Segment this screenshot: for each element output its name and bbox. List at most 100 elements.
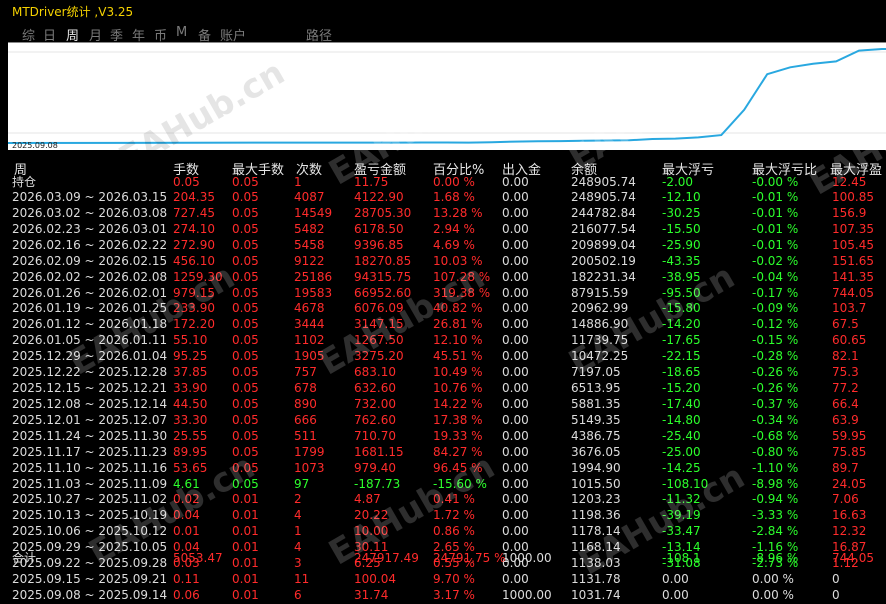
cell-max-lots: 0.05 bbox=[232, 269, 259, 284]
cell-period: 2025.09.15 ~ 2025.09.21 bbox=[12, 572, 168, 587]
cell-max-float-loss-pct: -8.96 % bbox=[752, 551, 799, 565]
cell-io: 0.00 bbox=[502, 301, 529, 316]
cell-period: 2025.11.24 ~ 2025.11.30 bbox=[12, 428, 168, 443]
cell-lots: 37.85 bbox=[173, 365, 208, 380]
table-row[interactable]: 2026.02.09 ~ 2026.02.15 456.10 0.05 9122 182… bbox=[8, 254, 886, 270]
cell-pnl: 66952.60 bbox=[354, 285, 412, 300]
cell-count: 1799 bbox=[294, 444, 325, 459]
cell-pnl: 20.22 bbox=[354, 508, 389, 523]
table-row[interactable]: 2026.03.09 ~ 2026.03.15 204.35 0.05 4087 412… bbox=[8, 190, 886, 206]
cell-max-float-loss-pct: -0.00 % bbox=[752, 175, 799, 189]
cell-max-float-loss: -14.25 bbox=[662, 460, 701, 475]
cell-max-lots: 0.05 bbox=[232, 205, 259, 220]
cell-pct: 9.70 % bbox=[433, 572, 475, 587]
table-row[interactable]: 2026.02.16 ~ 2026.02.22 272.90 0.05 5458 939… bbox=[8, 238, 886, 254]
cell-pnl: 710.70 bbox=[354, 428, 396, 443]
table-row[interactable]: 2025.11.17 ~ 2025.11.23 89.95 0.05 1799 1681… bbox=[8, 445, 886, 461]
cell-count: 757 bbox=[294, 365, 317, 380]
table-row[interactable]: 2026.02.02 ~ 2026.02.08 1259.30 0.05 25186 9… bbox=[8, 270, 886, 286]
cell-max-float-loss: -15.20 bbox=[662, 381, 701, 396]
cell-max-float-profit: 0 bbox=[832, 572, 840, 587]
table-row[interactable]: 2025.11.03 ~ 2025.11.09 4.61 0.05 97 -187.73… bbox=[8, 477, 886, 493]
table-row[interactable]: 2025.12.01 ~ 2025.12.07 33.30 0.05 666 762.6… bbox=[8, 413, 886, 429]
cell-max-float-loss-pct: -8.98 % bbox=[752, 476, 799, 491]
cell-max-float-loss-pct: -0.01 % bbox=[752, 237, 799, 252]
table-row[interactable]: 2025.12.29 ~ 2026.01.04 95.25 0.05 1905 3275… bbox=[8, 349, 886, 365]
cell-pct: 0.00 % bbox=[433, 175, 475, 189]
cell-pnl: 732.00 bbox=[354, 396, 396, 411]
table-row[interactable]: 2025.12.15 ~ 2025.12.21 33.90 0.05 678 632.6… bbox=[8, 381, 886, 397]
cell-pnl: 1681.15 bbox=[354, 444, 404, 459]
cell-pnl: 762.60 bbox=[354, 412, 396, 427]
cell-pct: 3.17 % bbox=[433, 588, 475, 602]
cell-pct: 45.51 % bbox=[433, 349, 483, 364]
cell-balance: 244782.84 bbox=[571, 205, 636, 220]
table-row[interactable]: 2025.12.22 ~ 2025.12.28 37.85 0.05 757 683.1… bbox=[8, 365, 886, 381]
table-row[interactable]: 2025.10.27 ~ 2025.11.02 0.02 0.01 2 4.87 0.41… bbox=[8, 492, 886, 508]
cell-period: 2026.01.12 ~ 2026.01.18 bbox=[12, 317, 168, 332]
cell-max-lots: 0.05 bbox=[232, 476, 259, 491]
cell-max-float-loss: -17.40 bbox=[662, 396, 701, 411]
cell-lots: 0.04 bbox=[173, 508, 200, 523]
table-row[interactable]: 2025.10.13 ~ 2025.10.19 0.04 0.01 4 20.22 1.7… bbox=[8, 508, 886, 524]
table-row[interactable]: 2025.09.15 ~ 2025.09.21 0.11 0.01 11 100.04 9… bbox=[8, 572, 886, 588]
cell-max-float-loss-pct: -0.17 % bbox=[752, 285, 799, 300]
cell-period: 2025.12.15 ~ 2025.12.21 bbox=[12, 381, 168, 396]
cell-period: 2025.12.08 ~ 2025.12.14 bbox=[12, 396, 168, 411]
chart-start-date: 2025.09.08 bbox=[12, 141, 58, 150]
table-row[interactable]: 2025.11.10 ~ 2025.11.16 53.65 0.05 1073 979.… bbox=[8, 461, 886, 477]
cell-pct: 0.41 % bbox=[433, 492, 475, 507]
cell-pnl: 4.87 bbox=[354, 492, 381, 507]
cell-max-float-loss: -15.80 bbox=[662, 301, 701, 316]
cell-max-float-loss: -30.25 bbox=[662, 205, 701, 220]
cell-max-lots: 0.01 bbox=[232, 508, 259, 523]
cell-pnl: 1267.50 bbox=[354, 333, 404, 348]
cell-lots: 456.10 bbox=[173, 253, 215, 268]
cell-io: 0.00 bbox=[502, 349, 529, 364]
table-row[interactable]: 2026.02.23 ~ 2026.03.01 274.10 0.05 5482 617… bbox=[8, 222, 886, 238]
cell-max-float-loss-pct: -0.04 % bbox=[752, 269, 799, 284]
cell-max-float-loss-pct: -0.28 % bbox=[752, 349, 799, 364]
table-row[interactable]: 2026.01.05 ~ 2026.01.11 55.10 0.05 1102 1267… bbox=[8, 333, 886, 349]
cell-count: 5458 bbox=[294, 237, 325, 252]
period-tabs: 综 日 周 月 季 年 币 M 备 账户 路径 bbox=[8, 22, 886, 44]
cell-max-float-loss: -18.65 bbox=[662, 365, 701, 380]
cell-period: 2025.12.01 ~ 2025.12.07 bbox=[12, 412, 168, 427]
cell-max-lots: 0.05 bbox=[232, 333, 259, 348]
table-row[interactable]: 2025.09.08 ~ 2025.09.14 0.06 0.01 6 31.74 3.1… bbox=[8, 588, 886, 604]
table-row[interactable]: 2025.11.24 ~ 2025.11.30 25.55 0.05 511 710.7… bbox=[8, 429, 886, 445]
cell-max-float-loss-pct: -0.09 % bbox=[752, 301, 799, 316]
cell-max-float-loss-pct: 0.00 % bbox=[752, 588, 794, 602]
table-row[interactable]: 2025.12.08 ~ 2025.12.14 44.50 0.05 890 732.0… bbox=[8, 397, 886, 413]
cell-io: 0.00 bbox=[502, 412, 529, 427]
total-row[interactable]: 合计 5053.47 247917.49 24791.75 % 1000.00 -108.… bbox=[8, 551, 886, 567]
cell-max-float-loss: -14.20 bbox=[662, 317, 701, 332]
cell-max-float-loss: -22.15 bbox=[662, 349, 701, 364]
table-row[interactable]: 2025.10.06 ~ 2025.10.12 0.01 0.01 1 10.00 0.8… bbox=[8, 524, 886, 540]
cell-max-lots: 0.01 bbox=[232, 588, 259, 602]
table-row[interactable]: 2026.01.19 ~ 2026.01.25 233.90 0.05 4678 607… bbox=[8, 301, 886, 317]
table-row[interactable]: 2026.01.26 ~ 2026.02.01 979.15 0.05 19583 66… bbox=[8, 286, 886, 302]
cell-max-float-profit: 0 bbox=[832, 588, 840, 602]
cell-max-float-profit: 60.65 bbox=[832, 333, 867, 348]
cell-max-float-profit: 156.9 bbox=[832, 205, 867, 220]
cell-max-float-loss: -25.40 bbox=[662, 428, 701, 443]
cell-count: 890 bbox=[294, 396, 317, 411]
cell-lots: 0.11 bbox=[173, 572, 200, 587]
cell-max-float-profit: 66.4 bbox=[832, 396, 859, 411]
cell-max-float-loss-pct: -0.26 % bbox=[752, 365, 799, 380]
tab-m[interactable]: M bbox=[176, 25, 187, 40]
cell-max-lots: 0.05 bbox=[232, 285, 259, 300]
cell-period: 2026.03.09 ~ 2026.03.15 bbox=[12, 190, 168, 204]
cell-count: 1102 bbox=[294, 333, 325, 348]
cell-max-lots: 0.05 bbox=[232, 412, 259, 427]
table-row[interactable]: 2026.03.02 ~ 2026.03.08 727.45 0.05 14549 28… bbox=[8, 206, 886, 222]
holding-row[interactable]: 持仓 0.05 0.05 1 11.75 0.00 % 0.00 248905.74 -2.00… bbox=[8, 175, 886, 191]
cell-lots: 44.50 bbox=[173, 396, 208, 411]
cell-io: 0.00 bbox=[502, 492, 529, 507]
cell-io: 0.00 bbox=[502, 365, 529, 380]
cell-max-float-loss-pct: -0.01 % bbox=[752, 221, 799, 236]
table-row[interactable]: 2026.01.12 ~ 2026.01.18 172.20 0.05 3444 314… bbox=[8, 317, 886, 333]
cell-max-float-profit: 141.35 bbox=[832, 269, 874, 284]
cell-lots: 53.65 bbox=[173, 460, 208, 475]
